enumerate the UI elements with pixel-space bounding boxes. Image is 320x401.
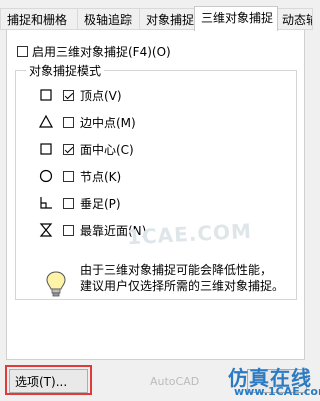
tab-3d-object-snap[interactable]: 三维对象捕捉: [194, 6, 278, 31]
face-center-label: 面中心(C): [80, 143, 134, 157]
perpendicular-icon: [40, 197, 52, 209]
enable-3d-snap-option[interactable]: 启用三维对象捕捉(F4)(O): [17, 43, 171, 60]
node-label: 节点(K): [80, 170, 122, 184]
tab-strip: 捕捉和栅格 极轴追踪 对象捕捉 三维对象捕捉 动态输入: [0, 0, 313, 31]
mode-edge-midpoint[interactable]: 边中点(M): [16, 114, 276, 134]
enable-3d-snap-checkbox[interactable]: [17, 46, 28, 57]
mode-perpendicular[interactable]: 垂足(P): [16, 195, 276, 215]
performance-note: 由于三维对象捕捉可能会降低性能， 建议用户仅选择所需的三维对象捕捉。: [80, 262, 295, 294]
vertex-label: 顶点(V): [80, 89, 122, 103]
perpendicular-label: 垂足(P): [80, 197, 121, 211]
tab-dynamic-input[interactable]: 动态输入: [277, 8, 313, 30]
watermark-autocad: AutoCAD: [150, 375, 200, 388]
note-line-1: 由于三维对象捕捉可能会降低性能，: [80, 263, 273, 277]
mode-node[interactable]: 节点(K): [16, 168, 276, 188]
tab-label: 极轴追踪: [84, 13, 133, 27]
circle-icon: [39, 169, 53, 183]
nearest-face-checkbox[interactable]: [63, 225, 74, 236]
tab-label: 捕捉和栅格: [7, 13, 68, 27]
triangle-icon: [38, 114, 54, 128]
edge-midpoint-checkbox[interactable]: [63, 117, 74, 128]
nearest-face-label: 最靠近面(N): [80, 224, 147, 238]
hourglass-icon: [39, 223, 53, 237]
edge-midpoint-label: 边中点(M): [80, 116, 136, 130]
vertex-checkbox[interactable]: [63, 90, 74, 101]
tab-snap-grid[interactable]: 捕捉和栅格: [0, 8, 78, 30]
options-button[interactable]: 选项(T)...: [9, 369, 88, 393]
face-center-checkbox[interactable]: [63, 144, 74, 155]
mode-nearest-face[interactable]: 最靠近面(N): [16, 222, 276, 242]
mode-vertex[interactable]: 顶点(V): [16, 87, 276, 107]
note-line-2: 建议用户仅选择所需的三维对象捕捉。: [80, 279, 285, 293]
tab-label: 三维对象捕捉: [201, 11, 274, 25]
square-icon: [40, 143, 52, 155]
tab-polar-tracking[interactable]: 极轴追踪: [77, 8, 140, 30]
mode-face-center[interactable]: 面中心(C): [16, 141, 276, 161]
group-title: 对象捕捉模式: [26, 62, 105, 79]
tab-panel: 启用三维对象捕捉(F4)(O) 对象捕捉模式 顶点(V) 边中点(M) 面中心(…: [6, 30, 305, 360]
lightbulb-icon: [46, 271, 66, 297]
enable-3d-snap-label: 启用三维对象捕捉(F4)(O): [32, 45, 171, 59]
perpendicular-checkbox[interactable]: [63, 198, 74, 209]
tab-label: 动态输入: [282, 13, 312, 27]
tab-label: 对象捕捉: [146, 13, 195, 27]
tab-object-snap[interactable]: 对象捕捉: [139, 8, 195, 30]
square-icon: [40, 89, 52, 101]
node-checkbox[interactable]: [63, 171, 74, 182]
watermark-url: www.1CAE.com: [234, 385, 320, 398]
